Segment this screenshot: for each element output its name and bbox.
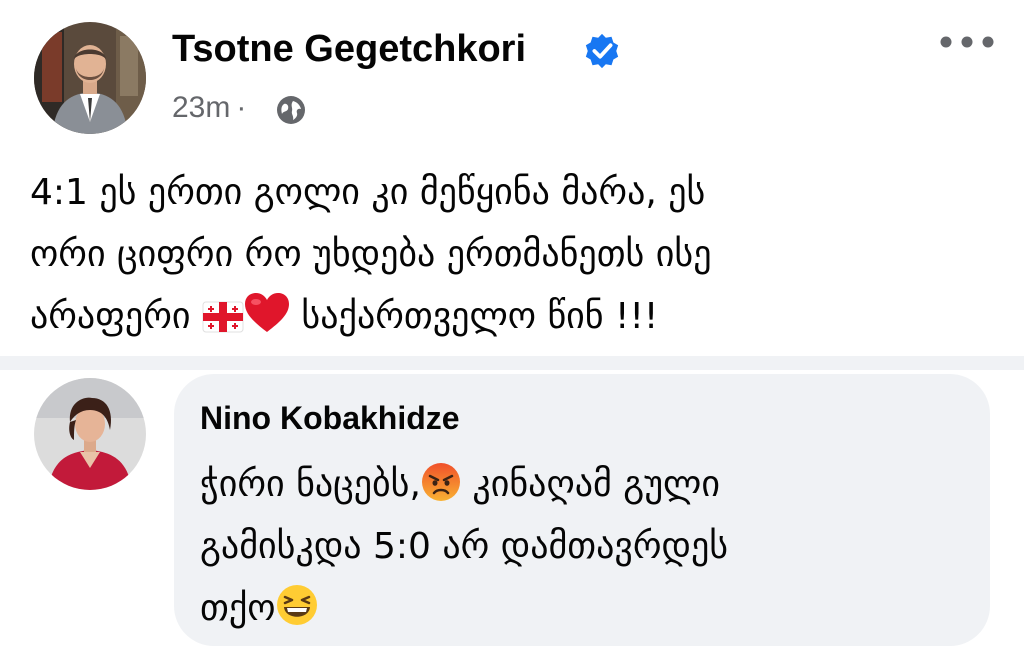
commenter-avatar[interactable]: [34, 378, 146, 490]
comment-section: Nino Kobakhidze ჭირი ნაცებს, კინაღამ გულ…: [0, 370, 1024, 658]
author-name[interactable]: Tsotne Gegetchkori: [172, 26, 526, 72]
red-heart-emoji-icon: [244, 293, 289, 332]
comment-bubble: Nino Kobakhidze ჭირი ნაცებს, კინაღამ გულ…: [174, 374, 990, 646]
verified-badge-icon: [585, 33, 619, 69]
post-timestamp[interactable]: 23m: [172, 91, 230, 124]
post-text-line: ორი ციფრი რო უხდება ერთმანეთს ისე: [30, 234, 712, 275]
author-avatar[interactable]: [34, 22, 146, 134]
comment-text-segment: თქო: [200, 588, 276, 629]
comment-text-segment: ჭირი ნაცებს,: [200, 464, 421, 505]
commenter-name[interactable]: Nino Kobakhidze: [200, 398, 460, 438]
post-text-line: არაფერი საქართველო წინ !!!: [30, 286, 1000, 348]
post-meta: 23m ·: [172, 88, 252, 128]
woman-in-red-avatar-icon: [34, 378, 146, 490]
post-card: Tsotne Gegetchkori 23m · 4:1 ეს ერთი გოლი…: [0, 0, 1024, 356]
person-in-suit-avatar-icon: [34, 22, 146, 134]
angry-face-emoji-icon: [421, 463, 460, 501]
more-options-icon[interactable]: [936, 24, 998, 60]
post-text: 4:1 ეს ერთი გოლი კი მეწყინა მარა, ეს ორი…: [30, 162, 1000, 348]
post-text-line: 4:1 ეს ერთი გოლი კი მეწყინა მარა, ეს: [30, 172, 706, 213]
comment-text-line: ჭირი ნაცებს, კინაღამ გული: [200, 454, 970, 516]
section-divider: [0, 356, 1024, 370]
post-text-segment: არაფერი: [30, 296, 191, 337]
globe-icon[interactable]: [276, 95, 306, 125]
post-text-segment: საქართველო წინ !!!: [301, 296, 659, 337]
comment-text-line: გამისკდა 5:0 არ დამთავრდეს: [200, 526, 729, 567]
comment-text-segment: კინაღამ გული: [460, 464, 720, 505]
meta-separator: ·: [236, 91, 247, 124]
grinning-squinting-face-emoji-icon: [276, 585, 317, 625]
comment-text-line: თქო: [200, 578, 970, 640]
georgia-flag-emoji-icon: [202, 301, 244, 333]
comment-text: ჭირი ნაცებს, კინაღამ გული გამისკდა 5:0 ა…: [200, 454, 970, 640]
